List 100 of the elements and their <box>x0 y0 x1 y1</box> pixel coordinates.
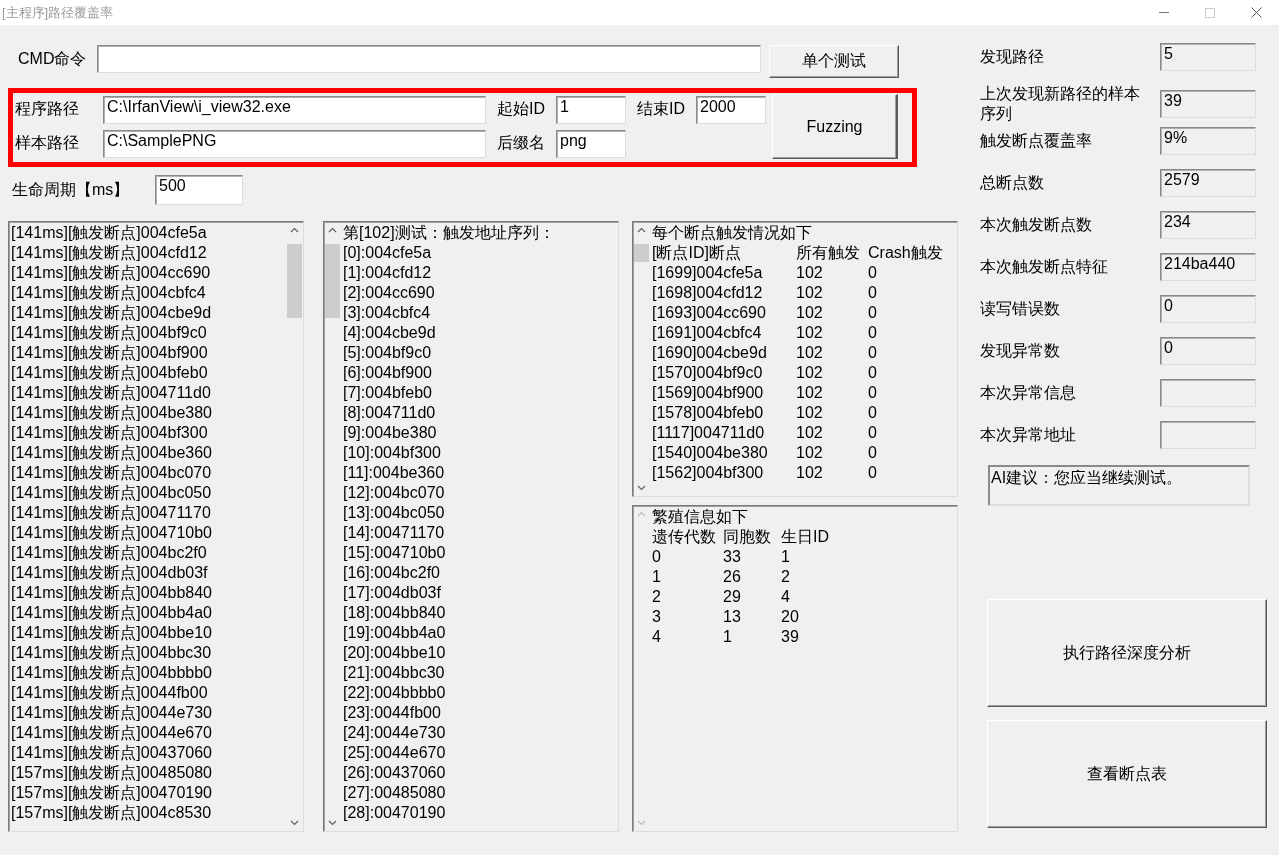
readonly-field: 9% <box>1160 127 1256 155</box>
scroll-up-icon[interactable] <box>290 227 299 233</box>
scroll-down-icon[interactable] <box>637 485 646 491</box>
scroll-thumb[interactable] <box>325 244 340 318</box>
action-button[interactable]: 执行路径深度分析 <box>987 599 1267 707</box>
table-cell-text: 0 <box>868 323 878 343</box>
table-cell-text: 0 <box>868 283 878 303</box>
table-cell-text: 4 <box>652 627 662 647</box>
sequence-entry: [0]:004cfe5a <box>343 243 433 263</box>
table-cell-text: [1569]004bf900 <box>652 383 765 403</box>
log-entry: [141ms][触发断点]004bf9c0 <box>11 323 208 343</box>
table-cell-text: 33 <box>723 547 742 567</box>
table-cell-text: [1578]004bfeb0 <box>652 403 765 423</box>
log-entry: [157ms][触发断点]004c8530 <box>11 803 213 823</box>
sequence-entry: [26]:00437060 <box>343 763 447 783</box>
input-field[interactable]: 2000 <box>696 95 766 124</box>
table-cell-text: [1570]004bf9c0 <box>652 363 764 383</box>
input-field[interactable]: 500 <box>155 175 243 205</box>
table-cell-text: 102 <box>796 283 824 303</box>
scroll-thumb[interactable] <box>634 244 649 262</box>
table-cell-text: 0 <box>868 343 878 363</box>
field-label: 样本路径 <box>15 133 80 153</box>
action-button[interactable]: 查看断点表 <box>987 720 1267 828</box>
sequence-entry: [6]:004bf900 <box>343 363 433 383</box>
input-field[interactable]: 1 <box>556 95 626 124</box>
table-cell-text: [1699]004cfe5a <box>652 263 764 283</box>
sequence-entry: [13]:004bc050 <box>343 503 446 523</box>
table-cell-text: 102 <box>796 323 824 343</box>
scroll-down-icon[interactable] <box>290 820 299 826</box>
table-cell-text: 0 <box>868 263 878 283</box>
sequence-list[interactable] <box>323 221 619 832</box>
log-entry: [141ms][触发断点]004bf900 <box>11 343 209 363</box>
sequence-entry: [27]:00485080 <box>343 783 447 803</box>
log-entry: [141ms][触发断点]004cbfc4 <box>11 283 207 303</box>
table-cell-text: 29 <box>723 587 742 607</box>
input-field[interactable]: C:\SamplePNG <box>103 129 486 158</box>
field-label: 起始ID <box>496 99 546 119</box>
readonly-field: 0 <box>1160 295 1256 323</box>
readonly-field: 214ba440 <box>1160 253 1256 281</box>
sequence-entry: [19]:004bb4a0 <box>343 623 447 643</box>
log-entry: [141ms][触发断点]004bb4a0 <box>11 603 213 623</box>
column-header: 同胞数 <box>723 527 772 547</box>
stat-label: 上次发现新路径的样本序列 <box>980 84 1140 124</box>
table-cell-text: 0 <box>868 403 878 423</box>
table-cell-text: [1562]004bf300 <box>652 463 765 483</box>
list-header: 第[102]测试：触发地址序列： <box>343 223 556 243</box>
table-cell-text: 0 <box>652 547 662 567</box>
log-entry: [141ms][触发断点]004cfd12 <box>11 243 208 263</box>
sequence-entry: [17]:004db03f <box>343 583 442 603</box>
log-entry: [141ms][触发断点]0044e670 <box>11 723 213 743</box>
stat-label: 本次触发断点数 <box>980 215 1093 235</box>
window-title: [主程序]路径覆盖率 <box>1 3 114 22</box>
scroll-down-icon[interactable] <box>328 820 337 826</box>
column-header: 生日ID <box>781 527 830 547</box>
single-test-button[interactable]: 单个测试 <box>769 45 899 78</box>
table-cell-text: 2 <box>652 587 662 607</box>
log-entry: [141ms][触发断点]004bb840 <box>11 583 213 603</box>
table-cell-text: 2 <box>781 567 791 587</box>
table-cell-text: 0 <box>868 443 878 463</box>
log-entry: [141ms][触发断点]004bbe10 <box>11 623 213 643</box>
table-cell-text: 26 <box>723 567 742 587</box>
stat-label: 读写错误数 <box>980 299 1061 319</box>
table-title: 每个断点触发情况如下 <box>652 223 813 243</box>
scroll-up-icon[interactable] <box>328 227 337 233</box>
column-header: [断点ID]断点 <box>652 243 742 263</box>
log-entry: [141ms][触发断点]004cc690 <box>11 263 212 283</box>
input-field[interactable] <box>97 45 761 73</box>
table-cell-text: 102 <box>796 403 824 423</box>
table-cell-text: 20 <box>781 607 800 627</box>
field-label: 后缀名 <box>496 133 546 153</box>
sequence-entry: [21]:004bbc30 <box>343 663 446 683</box>
sequence-entry: [18]:004bb840 <box>343 603 447 623</box>
table-title: 繁殖信息如下 <box>652 507 749 527</box>
field-label: 结束ID <box>636 99 686 119</box>
table-cell-text: 1 <box>723 627 733 647</box>
input-field[interactable]: C:\IrfanView\i_view32.exe <box>103 95 486 124</box>
fuzzing-button[interactable]: Fuzzing <box>772 94 898 159</box>
table-cell-text: 0 <box>868 463 878 483</box>
table-cell-text: 0 <box>868 423 878 443</box>
field-label: 程序路径 <box>15 99 80 119</box>
table-cell-text: [1117]004711d0 <box>652 423 766 443</box>
sequence-entry: [14]:00471170 <box>343 523 446 543</box>
log-entry: [141ms][触发断点]004bc070 <box>11 463 213 483</box>
scroll-thumb[interactable] <box>287 244 302 318</box>
scroll-up-icon[interactable] <box>637 227 646 233</box>
sequence-entry: [4]:004cbe9d <box>343 323 437 343</box>
input-field[interactable]: png <box>556 129 626 158</box>
readonly-field: 2579 <box>1160 169 1256 197</box>
log-entry: [141ms][触发断点]004be380 <box>11 403 213 423</box>
table-cell-text: [1698]004cfd12 <box>652 283 764 303</box>
log-list[interactable] <box>8 221 304 832</box>
sequence-entry: [16]:004bc2f0 <box>343 563 441 583</box>
sequence-entry: [11]:004be360 <box>343 463 446 483</box>
table-cell-text: 102 <box>796 383 824 403</box>
table-cell-text: 102 <box>796 463 824 483</box>
column-header: 遗传代数 <box>652 527 717 547</box>
table-cell-text: 0 <box>868 383 878 403</box>
sequence-entry: [7]:004bfeb0 <box>343 383 433 403</box>
table-cell-text: [1693]004cc690 <box>652 303 767 323</box>
table-cell-text: [1691]004cbfc4 <box>652 323 763 343</box>
